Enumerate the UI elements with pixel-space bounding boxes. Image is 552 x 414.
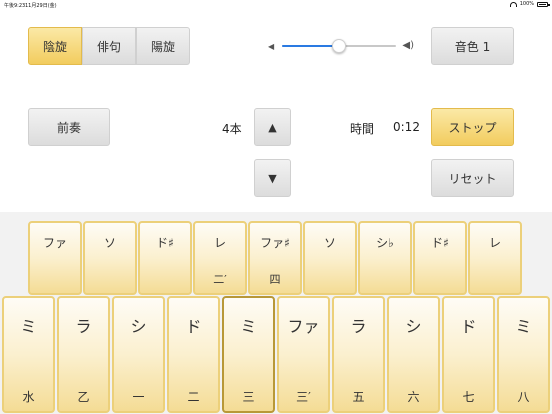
key-hole-label: 五 bbox=[352, 390, 365, 404]
tone-button[interactable]: 音色 1 bbox=[431, 27, 514, 65]
lower-key[interactable]: シ六 bbox=[387, 296, 440, 413]
key-note-label: ソ bbox=[103, 236, 116, 250]
lower-key[interactable]: ラ乙 bbox=[57, 296, 110, 413]
up-button[interactable]: ▲ bbox=[254, 108, 291, 146]
volume-thumb[interactable] bbox=[332, 39, 346, 53]
key-note-label: ファ bbox=[42, 236, 67, 250]
volume-low-icon: ◀ bbox=[268, 42, 275, 51]
status-right: 100% bbox=[509, 1, 550, 7]
key-hole-label: 三 bbox=[242, 390, 255, 404]
prelude-button[interactable]: 前奏 bbox=[28, 108, 110, 146]
key-note-label: ド bbox=[460, 317, 477, 336]
key-note-label: シ♭ bbox=[376, 236, 394, 250]
volume-fill bbox=[282, 45, 339, 47]
upper-key[interactable]: ソ bbox=[83, 221, 137, 295]
key-note-label: シ bbox=[130, 317, 147, 336]
upper-key[interactable]: シ♭ bbox=[358, 221, 412, 295]
key-note-label: レ bbox=[213, 236, 226, 250]
scale-selector: 陰旋 俳句 陽旋 bbox=[28, 27, 190, 65]
key-note-label: ファ bbox=[287, 317, 320, 336]
upper-key[interactable]: ファ bbox=[28, 221, 82, 295]
lower-key[interactable]: ド七 bbox=[442, 296, 495, 413]
key-note-label: レ bbox=[488, 236, 501, 250]
key-note-label: ファ♯ bbox=[260, 236, 290, 250]
lower-key[interactable]: ミ八 bbox=[497, 296, 550, 413]
lower-key[interactable]: ド二 bbox=[167, 296, 220, 413]
key-hole-label: 七 bbox=[462, 390, 475, 404]
key-note-label: ラ bbox=[75, 317, 92, 336]
key-note-label: ラ bbox=[350, 317, 367, 336]
key-hole-label: 六 bbox=[407, 390, 420, 404]
tab-inse[interactable]: 陰旋 bbox=[28, 27, 82, 65]
volume-slider[interactable]: ◀ ◀) bbox=[266, 37, 416, 55]
key-hole-label: 二 bbox=[187, 390, 200, 404]
battery-percent: 100% bbox=[519, 1, 534, 7]
down-button[interactable]: ▼ bbox=[254, 159, 291, 197]
lower-key[interactable]: ミ三 bbox=[222, 296, 275, 413]
status-time: 午後9:23 bbox=[4, 3, 26, 9]
reset-button[interactable]: リセット bbox=[431, 159, 514, 197]
key-note-label: ド bbox=[185, 317, 202, 336]
lower-key[interactable]: シ一 bbox=[112, 296, 165, 413]
key-note-label: ド♯ bbox=[156, 236, 174, 250]
lower-key[interactable]: ラ五 bbox=[332, 296, 385, 413]
upper-key[interactable]: ファ♯ 四 bbox=[248, 221, 302, 295]
key-hole-label: 三′ bbox=[296, 390, 311, 404]
wifi-icon bbox=[509, 1, 517, 7]
count-label: 4本 bbox=[222, 122, 242, 136]
key-hole-label: 水 bbox=[22, 390, 35, 404]
status-date: 11月29日(金) bbox=[25, 3, 57, 9]
lower-key[interactable]: ファ三′ bbox=[277, 296, 330, 413]
upper-key[interactable]: レ二′ bbox=[193, 221, 247, 295]
stop-button[interactable]: ストップ bbox=[431, 108, 514, 146]
key-note-label: ド♯ bbox=[431, 236, 449, 250]
status-bar: 午後9:23 11月29日(金) 100% bbox=[0, 0, 552, 10]
upper-key[interactable]: レ bbox=[468, 221, 522, 295]
key-hole-label: 一 bbox=[132, 390, 145, 404]
key-hole-label: 四 bbox=[269, 273, 281, 286]
time-label: 時間 bbox=[350, 122, 375, 136]
upper-key[interactable]: ド♯ bbox=[413, 221, 467, 295]
battery-icon bbox=[537, 1, 550, 7]
volume-track[interactable] bbox=[282, 39, 396, 53]
key-note-label: ミ bbox=[20, 317, 37, 336]
tab-yose[interactable]: 陽旋 bbox=[136, 27, 190, 65]
key-note-label: ミ bbox=[240, 317, 257, 336]
key-hole-label: 二′ bbox=[213, 273, 227, 286]
upper-key[interactable]: ド♯ bbox=[138, 221, 192, 295]
key-note-label: ミ bbox=[515, 317, 532, 336]
key-note-label: ソ bbox=[323, 236, 336, 250]
tab-haiku[interactable]: 俳句 bbox=[82, 27, 136, 65]
key-note-label: シ bbox=[405, 317, 422, 336]
lower-key[interactable]: ミ水 bbox=[2, 296, 55, 413]
key-hole-label: 乙 bbox=[77, 390, 90, 404]
key-hole-label: 八 bbox=[517, 390, 530, 404]
upper-key[interactable]: ソ bbox=[303, 221, 357, 295]
time-value: 0:12 bbox=[393, 120, 420, 134]
volume-high-icon: ◀) bbox=[402, 40, 414, 51]
